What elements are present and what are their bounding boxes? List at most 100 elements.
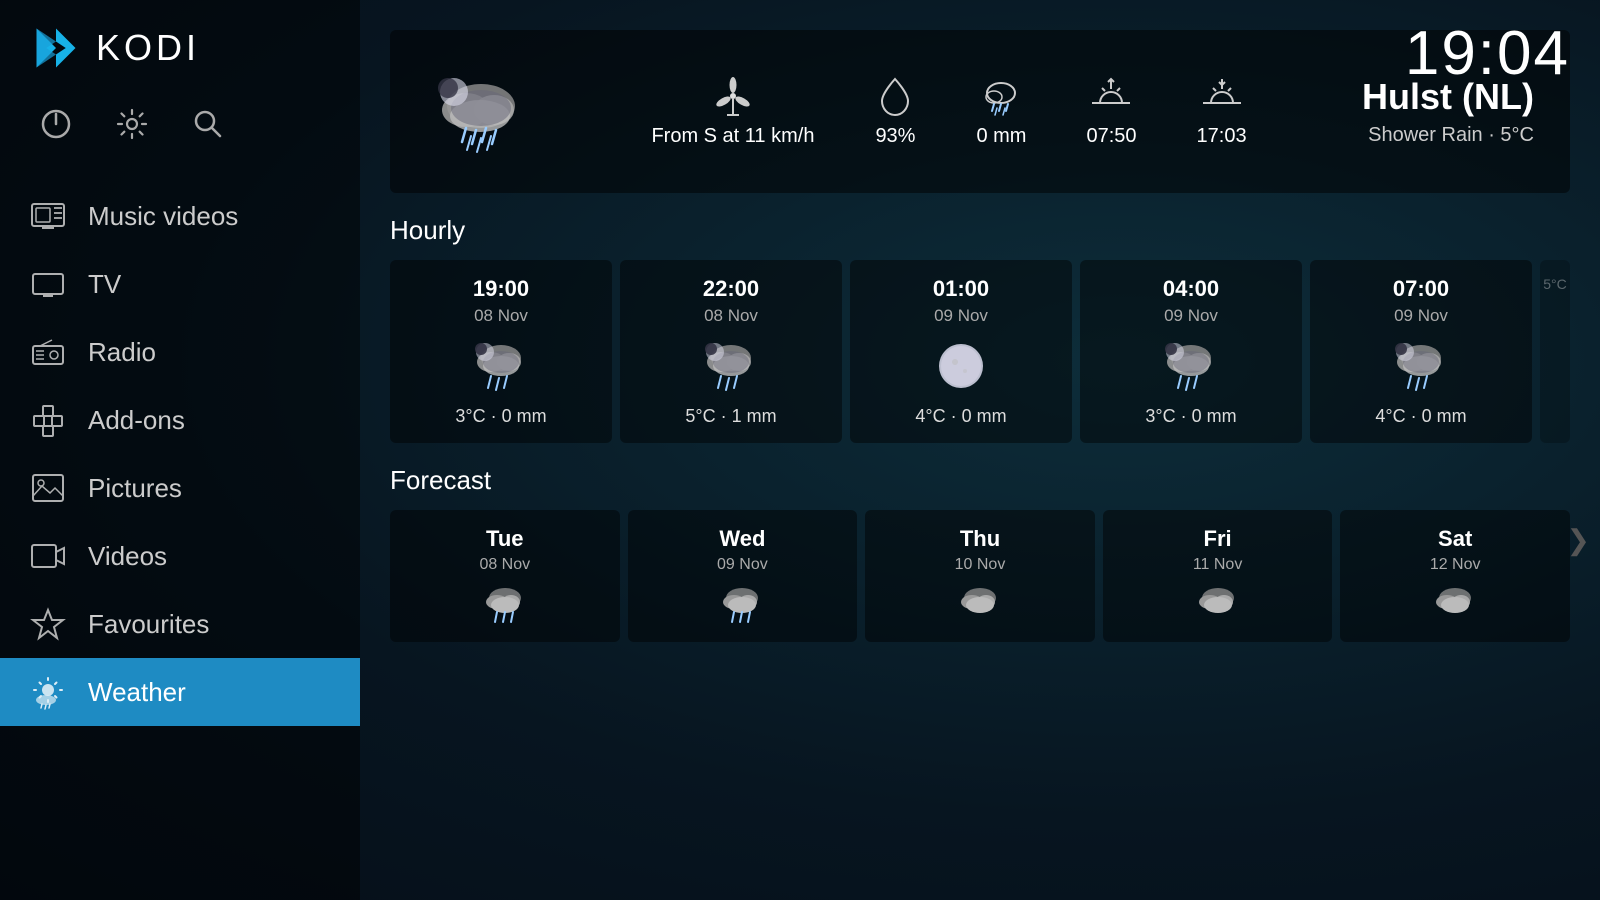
current-weather-icon [426, 54, 536, 169]
main-content: 19:04 [360, 0, 1600, 900]
forecast-card-3: Fri 11 Nov [1103, 510, 1333, 642]
sunset-icon [1201, 75, 1243, 117]
sidebar-item-weather-label: Weather [88, 677, 186, 708]
sunset-detail: 17:03 [1197, 75, 1247, 148]
sidebar-item-favourites-label: Favourites [88, 609, 209, 640]
hour-temp-4: 4°C · 0 mm [1375, 406, 1466, 427]
forecast-date-1: 09 Nov [717, 556, 768, 574]
videos-icon [30, 538, 66, 574]
forecast-icon-2 [954, 582, 1006, 626]
hour-date-0: 08 Nov [474, 306, 528, 326]
hourly-section-title: Hourly [390, 215, 1570, 246]
sidebar-item-tv-label: TV [88, 269, 121, 300]
hour-temp-0: 3°C · 0 mm [455, 406, 546, 427]
music-video-icon [30, 198, 66, 234]
hourly-row: 19:00 08 Nov 3°C · 0 mm 22:00 08 Nov [390, 260, 1570, 443]
forecast-card-0: Tue 08 Nov [390, 510, 620, 642]
forecast-date-2: 10 Nov [955, 556, 1006, 574]
hour-icon-3 [1157, 336, 1225, 396]
weather-header-card: From S at 11 km/h 93% [390, 30, 1570, 193]
hour-time-2: 01:00 [933, 276, 989, 302]
radio-icon [30, 334, 66, 370]
sidebar-item-videos-label: Videos [88, 541, 167, 572]
sidebar-item-tv[interactable]: TV [0, 250, 360, 318]
sidebar-item-music-videos-label: Music videos [88, 201, 238, 232]
sidebar-item-pictures-label: Pictures [88, 473, 182, 504]
sidebar-item-radio-label: Radio [88, 337, 156, 368]
forecast-date-0: 08 Nov [479, 556, 530, 574]
rain-value: 0 mm [976, 125, 1026, 148]
pictures-icon [30, 470, 66, 506]
settings-icon[interactable] [114, 106, 150, 142]
hour-card-3: 04:00 09 Nov 3°C · 0 mm [1080, 260, 1302, 443]
sidebar-item-radio[interactable]: Radio [0, 318, 360, 386]
forecast-icon-0 [479, 582, 531, 626]
forecast-day-0: Tue [486, 526, 523, 552]
sidebar-item-music-videos[interactable]: Music videos [0, 182, 360, 250]
sunrise-value: 07:50 [1086, 125, 1136, 148]
logo-area: KODI [0, 0, 360, 96]
humidity-icon [874, 75, 916, 117]
clock-display: 19:04 [1405, 18, 1570, 89]
hour-card-1: 22:00 08 Nov 5°C · 1 mm [620, 260, 842, 443]
forecast-card-1: Wed 09 Nov [628, 510, 858, 642]
sunrise-detail: 07:50 [1086, 75, 1136, 148]
weather-details-row: From S at 11 km/h 93% [536, 75, 1362, 148]
top-icons-bar [0, 96, 360, 172]
sunset-value: 17:03 [1197, 125, 1247, 148]
humidity-value: 93% [875, 125, 915, 148]
hour-card-5-partial: 5°C [1540, 260, 1570, 443]
hour-time-1: 22:00 [703, 276, 759, 302]
forecast-date-3: 11 Nov [1193, 556, 1243, 574]
hour-date-4: 09 Nov [1394, 306, 1448, 326]
nav-menu: Music videos TV Radio [0, 172, 360, 900]
forecast-day-3: Fri [1204, 526, 1232, 552]
hour-time-0: 19:00 [473, 276, 529, 302]
sidebar: KODI Music vide [0, 0, 360, 900]
humidity-detail: 93% [874, 75, 916, 148]
forecast-day-4: Sat [1438, 526, 1472, 552]
hour-icon-1 [697, 336, 765, 396]
forecast-card-4: Sat 12 Nov [1340, 510, 1570, 642]
hour-time-3: 04:00 [1163, 276, 1219, 302]
favourites-icon [30, 606, 66, 642]
location-condition: Shower Rain · 5°C [1362, 124, 1534, 147]
hour-card-4: 07:00 09 Nov 4°C · 0 mm [1310, 260, 1532, 443]
rain-icon [980, 75, 1022, 117]
sidebar-item-videos[interactable]: Videos [0, 522, 360, 590]
power-icon[interactable] [38, 106, 74, 142]
hour-card-0: 19:00 08 Nov 3°C · 0 mm [390, 260, 612, 443]
forecast-day-1: Wed [719, 526, 765, 552]
forecast-icon-1 [716, 582, 768, 626]
search-icon[interactable] [190, 106, 226, 142]
kodi-title: KODI [96, 27, 200, 69]
hour-date-3: 09 Nov [1164, 306, 1218, 326]
hour-temp-1: 5°C · 1 mm [685, 406, 776, 427]
scroll-hint-right: ❯ [1567, 524, 1590, 557]
hour-temp-2: 4°C · 0 mm [915, 406, 1006, 427]
wind-value: From S at 11 km/h [651, 125, 814, 148]
hour-date-1: 08 Nov [704, 306, 758, 326]
hour-temp-3: 3°C · 0 mm [1145, 406, 1236, 427]
forecast-section-title: Forecast [390, 465, 1570, 496]
hour-icon-4 [1387, 336, 1455, 396]
sidebar-item-favourites[interactable]: Favourites [0, 590, 360, 658]
wind-icon [712, 75, 754, 117]
sidebar-item-weather[interactable]: Weather [0, 658, 360, 726]
forecast-icon-3 [1192, 582, 1244, 626]
tv-icon [30, 266, 66, 302]
sidebar-item-pictures[interactable]: Pictures [0, 454, 360, 522]
weather-nav-icon [30, 674, 66, 710]
hour-card-2: 01:00 09 Nov 4°C · 0 mm [850, 260, 1072, 443]
forecast-row: Tue 08 Nov Wed 09 Nov [390, 510, 1570, 642]
hour-time-4: 07:00 [1393, 276, 1449, 302]
sidebar-item-addons-label: Add-ons [88, 405, 185, 436]
forecast-day-2: Thu [960, 526, 1000, 552]
kodi-logo-icon [30, 22, 82, 74]
hour-icon-0 [467, 336, 535, 396]
wind-detail: From S at 11 km/h [651, 75, 814, 148]
forecast-date-4: 12 Nov [1430, 556, 1481, 574]
rain-detail: 0 mm [976, 75, 1026, 148]
sunrise-icon [1090, 75, 1132, 117]
sidebar-item-addons[interactable]: Add-ons [0, 386, 360, 454]
